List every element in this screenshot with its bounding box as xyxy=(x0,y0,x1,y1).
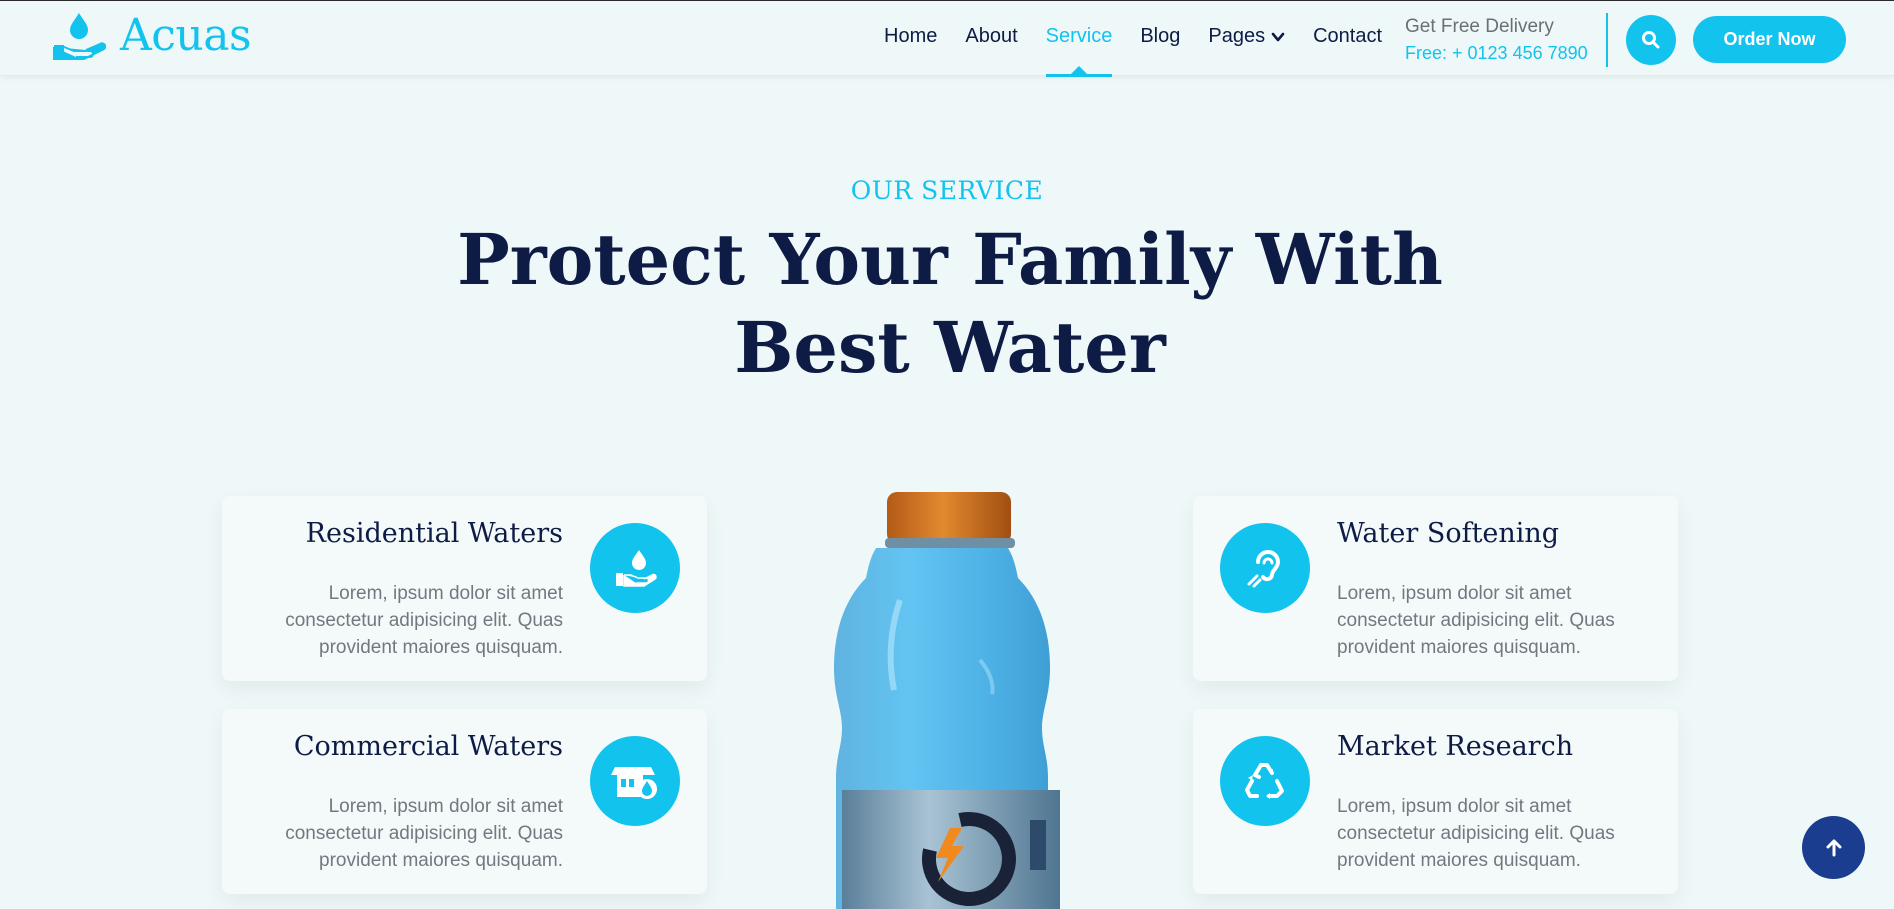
order-now-button[interactable]: Order Now xyxy=(1693,16,1846,63)
contact-info: Get Free Delivery Free: + 0123 456 7890 xyxy=(1405,14,1588,66)
section-title-line1: Protect Your Family With xyxy=(457,218,1443,301)
logo[interactable]: Acuas xyxy=(52,10,252,61)
contact-label: Get Free Delivery xyxy=(1405,16,1554,37)
nav-service[interactable]: Service xyxy=(1045,25,1112,77)
service-card-softening[interactable]: Water Softening Lorem, ipsum dolor sit a… xyxy=(1193,496,1678,681)
contact-phone[interactable]: Free: + 0123 456 7890 xyxy=(1405,40,1588,66)
header: Acuas Home About Service Blog Pages Cont… xyxy=(0,0,1894,77)
hand-water-icon xyxy=(590,523,680,613)
service-card-title: Water Softening xyxy=(1337,518,1560,549)
section-title-line2: Best Water xyxy=(734,306,1166,389)
water-bottle-image xyxy=(834,492,1060,909)
nav-pages[interactable]: Pages xyxy=(1208,25,1285,48)
header-divider xyxy=(1606,13,1608,67)
service-card-residential[interactable]: Residential Waters Lorem, ipsum dolor si… xyxy=(222,496,707,681)
service-card-title: Commercial Waters xyxy=(293,731,563,762)
service-card-title: Residential Waters xyxy=(305,518,563,549)
section-subtitle: OUR SERVICE xyxy=(850,176,1044,205)
search-icon xyxy=(1642,31,1660,49)
logo-text: Acuas xyxy=(120,10,252,61)
section-title: Protect Your Family With Best Water xyxy=(400,216,1500,392)
back-to-top-button[interactable] xyxy=(1802,816,1865,879)
search-button[interactable] xyxy=(1626,15,1676,65)
service-card-market[interactable]: Market Research Lorem, ipsum dolor sit a… xyxy=(1193,709,1678,894)
service-card-commercial[interactable]: Commercial Waters Lorem, ipsum dolor sit… xyxy=(222,709,707,894)
arrow-up-icon xyxy=(1826,839,1841,856)
water-store-icon xyxy=(590,736,680,826)
ear-icon xyxy=(1220,523,1310,613)
hand-water-drop-icon xyxy=(53,13,106,60)
service-card-text: Lorem, ipsum dolor sit amet consectetur … xyxy=(285,583,563,658)
nav-about[interactable]: About xyxy=(965,25,1017,48)
service-card-title: Market Research xyxy=(1337,731,1574,762)
nav-blog[interactable]: Blog xyxy=(1140,25,1180,48)
service-card-text: Lorem, ipsum dolor sit amet consectetur … xyxy=(285,796,563,871)
recycle-icon xyxy=(1220,736,1310,826)
nav-contact[interactable]: Contact xyxy=(1313,25,1382,48)
nav-home[interactable]: Home xyxy=(884,25,937,48)
chevron-down-icon xyxy=(1271,32,1285,41)
service-card-text: Lorem, ipsum dolor sit amet consectetur … xyxy=(1337,796,1615,871)
service-card-text: Lorem, ipsum dolor sit amet consectetur … xyxy=(1337,583,1615,658)
main-nav: Home About Service Blog Pages Contact xyxy=(884,25,1410,77)
nav-pages-label: Pages xyxy=(1208,25,1266,47)
